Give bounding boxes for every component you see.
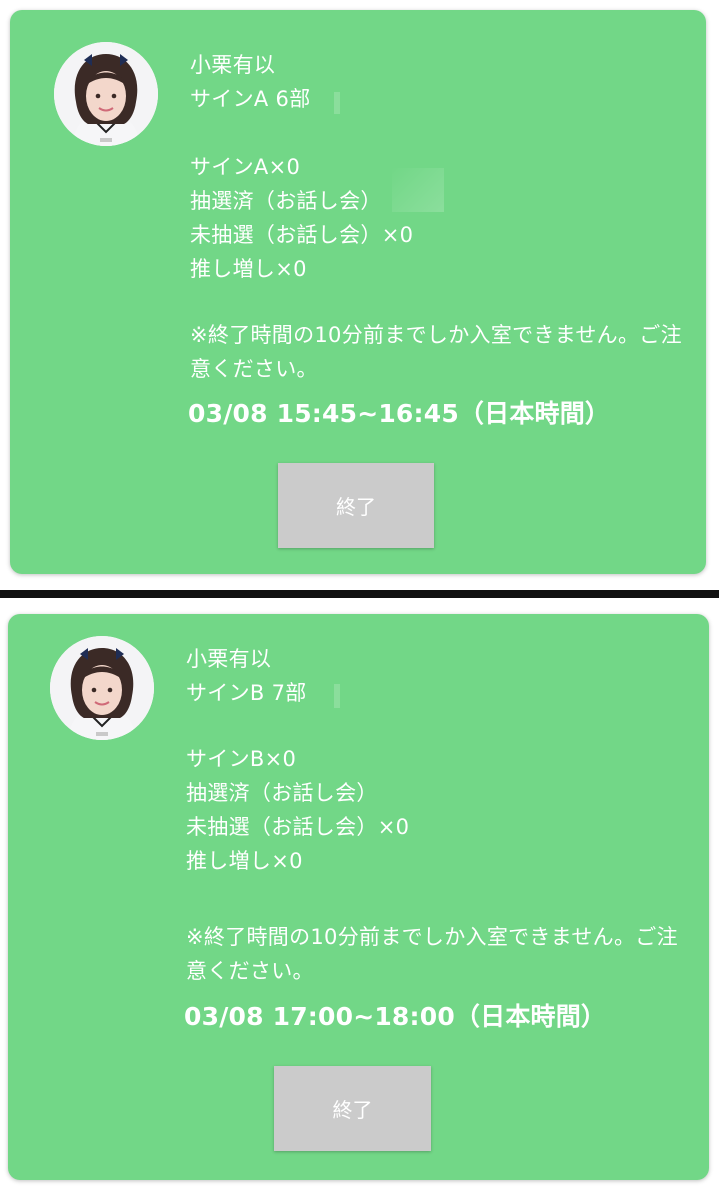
ticket-item: 推し増し×0 xyxy=(186,849,303,873)
session-label: サインB 7部 xyxy=(186,681,307,705)
end-button[interactable]: 終了 xyxy=(274,1066,431,1151)
event-card: 小栗有以 サインB 7部 サインB×0 抽選済（お話し会） 未抽選（お話し会）×… xyxy=(8,614,709,1180)
ticket-item: 未抽選（お話し会）×0 xyxy=(190,223,414,247)
ticket-items: サインA×0 抽選済（お話し会） 未抽選（お話し会）×0 推し増し×0 xyxy=(190,150,413,286)
divider xyxy=(0,590,719,598)
blur-artifact xyxy=(392,168,444,212)
member-name: 小栗有以 xyxy=(186,647,272,671)
ticket-item: 未抽選（お話し会）×0 xyxy=(186,815,410,839)
ticket-item: 抽選済（お話し会） xyxy=(186,781,378,805)
member-info: 小栗有以 サインA 6部 xyxy=(190,48,311,116)
member-name: 小栗有以 xyxy=(190,53,276,77)
event-card: 小栗有以 サインA 6部 サインA×0 抽選済（お話し会） 未抽選（お話し会）×… xyxy=(10,10,706,574)
screenshot-panel-1: 小栗有以 サインA 6部 サインA×0 抽選済（お話し会） 未抽選（お話し会）×… xyxy=(0,0,719,590)
member-info: 小栗有以 サインB 7部 xyxy=(186,642,307,710)
ticket-item: 抽選済（お話し会） xyxy=(190,189,382,213)
ticket-item: サインA×0 xyxy=(190,155,301,179)
entry-notice: ※終了時間の10分前までしか入室できません。ご注意ください。 xyxy=(186,925,678,983)
session-time: 03/08 17:00~18:00（日本時間） xyxy=(184,1002,607,1031)
portrait-image xyxy=(54,42,158,146)
member-avatar xyxy=(54,42,158,146)
entry-notice: ※終了時間の10分前までしか入室できません。ご注意ください。 xyxy=(190,323,682,381)
blur-artifact xyxy=(334,684,340,708)
session-time: 03/08 15:45~16:45（日本時間） xyxy=(188,399,611,428)
portrait-image xyxy=(50,636,154,740)
ticket-item: 推し増し×0 xyxy=(190,257,307,281)
ticket-item: サインB×0 xyxy=(186,747,297,771)
ticket-items: サインB×0 抽選済（お話し会） 未抽選（お話し会）×0 推し増し×0 xyxy=(186,742,409,878)
member-avatar xyxy=(50,636,154,740)
end-button[interactable]: 終了 xyxy=(278,463,434,548)
blur-artifact xyxy=(334,92,340,114)
session-label: サインA 6部 xyxy=(190,87,311,111)
screenshot-panel-2: 小栗有以 サインB 7部 サインB×0 抽選済（お話し会） 未抽選（お話し会）×… xyxy=(0,598,719,1200)
